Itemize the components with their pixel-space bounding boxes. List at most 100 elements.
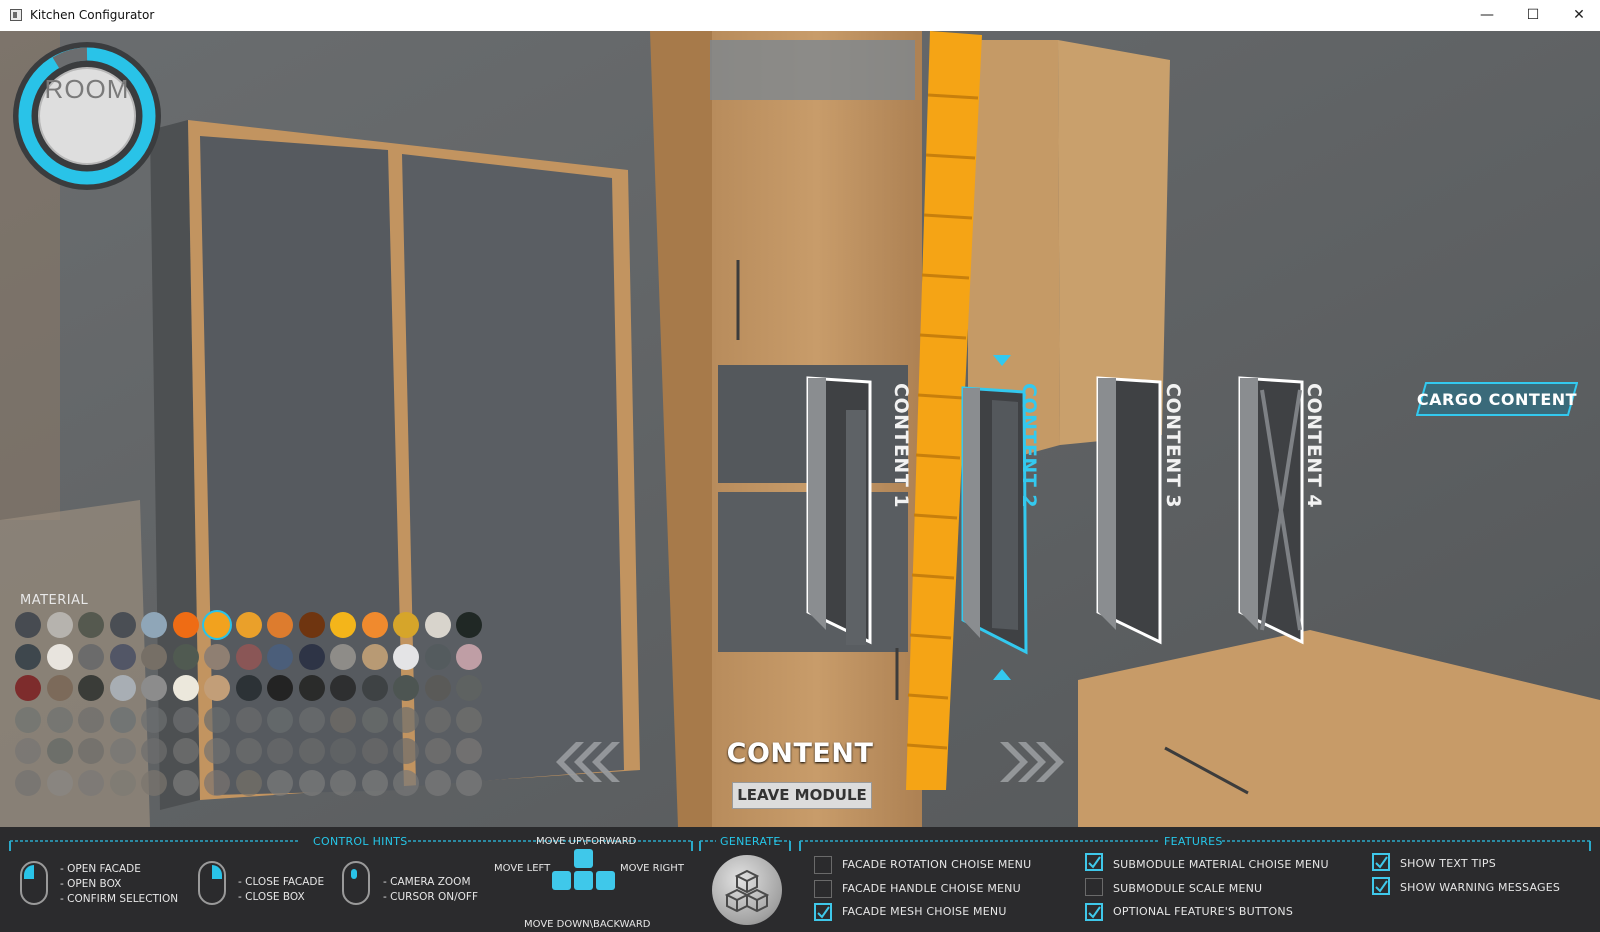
material-swatch[interactable] bbox=[393, 769, 419, 796]
material-swatch[interactable] bbox=[235, 769, 262, 796]
material-swatch[interactable] bbox=[204, 643, 230, 670]
material-swatch[interactable] bbox=[204, 706, 230, 733]
material-swatch[interactable] bbox=[172, 706, 199, 733]
material-swatch[interactable] bbox=[15, 706, 41, 733]
material-swatch[interactable] bbox=[456, 769, 482, 796]
material-swatch[interactable] bbox=[267, 706, 293, 733]
material-swatch[interactable] bbox=[78, 675, 104, 701]
material-swatch[interactable] bbox=[298, 612, 325, 638]
maximize-button[interactable]: ☐ bbox=[1510, 0, 1556, 31]
material-swatch[interactable] bbox=[46, 738, 73, 764]
material-swatch[interactable] bbox=[298, 706, 325, 733]
material-swatch[interactable] bbox=[109, 769, 136, 796]
material-swatch[interactable] bbox=[15, 738, 41, 764]
material-swatch[interactable] bbox=[141, 706, 167, 733]
material-swatch[interactable] bbox=[267, 769, 293, 796]
material-swatch[interactable] bbox=[393, 738, 419, 764]
material-swatch[interactable] bbox=[15, 643, 41, 670]
material-swatch[interactable] bbox=[46, 769, 73, 796]
material-swatch[interactable] bbox=[456, 612, 482, 638]
material-swatch[interactable] bbox=[46, 643, 73, 670]
facade-mesh-checkbox[interactable] bbox=[814, 903, 832, 921]
material-swatch[interactable] bbox=[15, 769, 41, 796]
material-swatch[interactable] bbox=[78, 769, 104, 796]
material-swatch[interactable] bbox=[361, 643, 388, 670]
material-swatch[interactable] bbox=[204, 738, 230, 764]
module-preview-4[interactable] bbox=[1238, 376, 1304, 645]
material-swatch[interactable] bbox=[204, 675, 230, 701]
material-swatch[interactable] bbox=[330, 612, 356, 638]
show-text-tips-checkbox[interactable] bbox=[1372, 853, 1390, 871]
material-swatch[interactable] bbox=[393, 675, 419, 701]
material-swatch[interactable] bbox=[109, 738, 136, 764]
material-swatch[interactable] bbox=[235, 706, 262, 733]
material-swatch[interactable] bbox=[361, 769, 388, 796]
close-button[interactable]: ✕ bbox=[1556, 0, 1600, 31]
material-swatch[interactable] bbox=[330, 738, 356, 764]
material-swatch[interactable] bbox=[235, 612, 262, 638]
material-swatch[interactable] bbox=[141, 769, 167, 796]
material-swatch[interactable] bbox=[235, 738, 262, 764]
material-swatch[interactable] bbox=[267, 612, 293, 638]
material-swatch[interactable] bbox=[298, 643, 325, 670]
material-swatch[interactable] bbox=[456, 738, 482, 764]
material-swatch[interactable] bbox=[298, 738, 325, 764]
minimize-button[interactable]: — bbox=[1464, 0, 1510, 31]
material-swatch[interactable] bbox=[109, 643, 136, 670]
material-swatch[interactable] bbox=[172, 675, 199, 701]
material-swatch[interactable] bbox=[424, 612, 451, 638]
material-swatch[interactable] bbox=[172, 643, 199, 670]
material-swatch[interactable] bbox=[267, 675, 293, 701]
optional-features-checkbox[interactable] bbox=[1085, 903, 1103, 921]
material-swatch[interactable] bbox=[78, 706, 104, 733]
material-swatch[interactable] bbox=[141, 643, 167, 670]
material-swatch[interactable] bbox=[361, 738, 388, 764]
material-swatch[interactable] bbox=[78, 612, 104, 638]
material-swatch[interactable] bbox=[361, 706, 388, 733]
material-swatch[interactable] bbox=[424, 706, 451, 733]
material-swatch[interactable] bbox=[456, 706, 482, 733]
submodule-scale-checkbox[interactable] bbox=[1085, 878, 1103, 896]
material-swatch[interactable] bbox=[141, 612, 167, 638]
material-swatch[interactable] bbox=[78, 738, 104, 764]
submodule-material-checkbox[interactable] bbox=[1085, 853, 1103, 871]
material-swatch[interactable] bbox=[330, 675, 356, 701]
material-swatch[interactable] bbox=[235, 675, 262, 701]
material-swatch[interactable] bbox=[15, 612, 41, 638]
material-swatch[interactable] bbox=[456, 675, 482, 701]
material-swatch[interactable] bbox=[267, 643, 293, 670]
leave-module-button[interactable]: LEAVE MODULE bbox=[732, 782, 872, 809]
material-swatch[interactable] bbox=[361, 675, 388, 701]
material-swatch[interactable] bbox=[330, 769, 356, 796]
material-swatch[interactable] bbox=[393, 612, 419, 638]
material-swatch[interactable] bbox=[141, 738, 167, 764]
facade-rotation-checkbox[interactable] bbox=[814, 856, 832, 874]
material-swatch[interactable] bbox=[78, 643, 104, 670]
material-swatch[interactable] bbox=[330, 643, 356, 670]
material-swatch[interactable] bbox=[46, 612, 73, 638]
material-swatch[interactable] bbox=[298, 769, 325, 796]
material-swatch[interactable] bbox=[15, 675, 41, 701]
material-swatch[interactable] bbox=[141, 675, 167, 701]
material-swatch[interactable] bbox=[424, 738, 451, 764]
material-swatch[interactable] bbox=[204, 612, 230, 638]
material-swatch[interactable] bbox=[235, 643, 262, 670]
material-swatch[interactable] bbox=[109, 612, 136, 638]
material-swatch[interactable] bbox=[46, 675, 73, 701]
material-swatch[interactable] bbox=[330, 706, 356, 733]
generate-button[interactable] bbox=[712, 855, 782, 925]
material-swatch[interactable] bbox=[361, 612, 388, 638]
material-swatch[interactable] bbox=[172, 612, 199, 638]
module-preview-3[interactable] bbox=[1096, 376, 1162, 645]
material-swatch[interactable] bbox=[109, 675, 136, 701]
material-swatch[interactable] bbox=[424, 675, 451, 701]
show-warning-checkbox[interactable] bbox=[1372, 877, 1390, 895]
material-swatch[interactable] bbox=[172, 738, 199, 764]
room-dial[interactable] bbox=[12, 41, 162, 191]
material-swatch[interactable] bbox=[393, 643, 419, 670]
3d-viewport[interactable] bbox=[0, 31, 1600, 827]
facade-handle-checkbox[interactable] bbox=[814, 880, 832, 898]
material-swatch[interactable] bbox=[172, 769, 199, 796]
module-preview-1[interactable] bbox=[806, 376, 872, 645]
material-swatch[interactable] bbox=[204, 769, 230, 796]
